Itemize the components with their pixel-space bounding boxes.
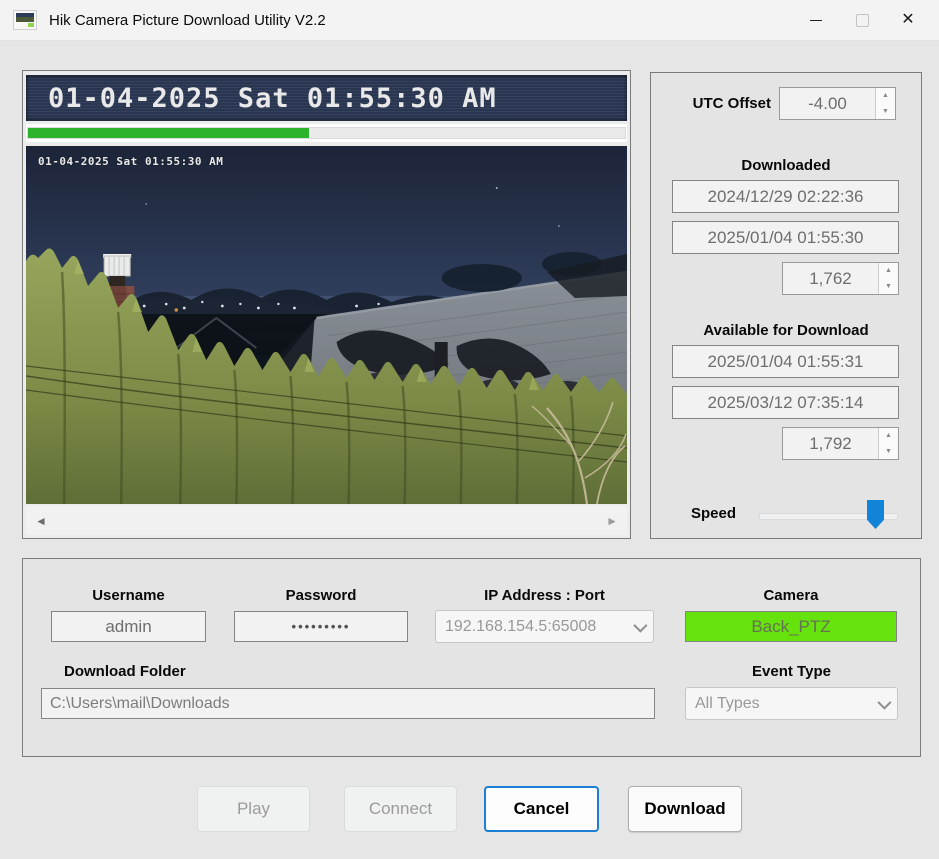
close-button[interactable]: ✕ [885, 0, 931, 40]
event-type-value: All Types [695, 695, 760, 713]
available-start-field[interactable]: 2025/01/04 01:55:31 [672, 345, 899, 378]
downloaded-count-value[interactable]: 1,762 [783, 263, 878, 294]
username-label: Username [51, 587, 206, 604]
osd-overlay-text: 01-04-2025 Sat 01:55:30 AM [38, 155, 223, 168]
ip-port-value: 192.168.154.5:65008 [445, 618, 596, 636]
download-folder-label: Download Folder [64, 663, 186, 680]
download-progress [26, 124, 627, 142]
minimize-button[interactable] [793, 0, 839, 40]
available-count-value[interactable]: 1,792 [783, 428, 878, 459]
available-count-up-icon[interactable]: ▲ [879, 428, 898, 444]
app-window: Hik Camera Picture Download Utility V2.2… [0, 0, 939, 859]
osd-timestamp-banner: 01-04-2025 Sat 01:55:30 AM [26, 75, 627, 121]
downloaded-start-field[interactable]: 2024/12/29 02:22:36 [672, 180, 899, 213]
chevron-down-icon [633, 618, 647, 632]
camera-label: Camera [685, 587, 897, 604]
scroll-left-icon[interactable]: ◄ [35, 515, 47, 527]
download-folder-field[interactable]: C:\Users\mail\Downloads [41, 688, 655, 719]
preview-panel: 01-04-2025 Sat 01:55:30 AM [22, 70, 631, 539]
speed-label: Speed [691, 505, 736, 522]
connection-form-panel: Username admin Password ••••••••• IP Add… [22, 558, 921, 757]
utc-offset-label: UTC Offset [651, 95, 771, 112]
close-icon: ✕ [901, 12, 914, 28]
utc-offset-spinner[interactable]: -4.00 ▲ ▼ [779, 87, 896, 120]
utc-offset-up-icon[interactable]: ▲ [876, 88, 895, 104]
maximize-button [839, 0, 885, 40]
speed-slider-thumb[interactable] [867, 500, 884, 529]
minimize-icon [810, 20, 822, 21]
scroll-right-icon[interactable]: ► [606, 515, 618, 527]
downloaded-header: Downloaded [651, 157, 921, 174]
password-label: Password [234, 587, 408, 604]
downloaded-count-down-icon[interactable]: ▼ [879, 279, 898, 295]
ip-port-label: IP Address : Port [435, 587, 654, 604]
camera-snapshot: 01-04-2025 Sat 01:55:30 AM [26, 146, 627, 504]
event-type-label: Event Type [685, 663, 898, 680]
maximize-icon [856, 14, 869, 27]
username-field[interactable]: admin [51, 611, 206, 642]
available-header: Available for Download [651, 322, 921, 339]
camera-value-field[interactable]: Back_PTZ [685, 611, 897, 642]
connect-button: Connect [344, 786, 457, 832]
utc-offset-value[interactable]: -4.00 [780, 88, 875, 119]
window-title: Hik Camera Picture Download Utility V2.2 [49, 12, 326, 29]
available-count-down-icon[interactable]: ▼ [879, 444, 898, 460]
progress-fill [28, 128, 309, 138]
app-icon [13, 10, 37, 30]
event-type-combobox[interactable]: All Types [685, 687, 898, 720]
utc-offset-down-icon[interactable]: ▼ [876, 104, 895, 120]
settings-panel: UTC Offset -4.00 ▲ ▼ Downloaded 2024/12/… [650, 72, 922, 539]
downloaded-count-up-icon[interactable]: ▲ [879, 263, 898, 279]
available-count-spinner[interactable]: 1,792 ▲ ▼ [782, 427, 899, 460]
password-field[interactable]: ••••••••• [234, 611, 408, 642]
available-end-field[interactable]: 2025/03/12 07:35:14 [672, 386, 899, 419]
download-button[interactable]: Download [628, 786, 742, 832]
ip-port-combobox[interactable]: 192.168.154.5:65008 [435, 610, 654, 643]
downloaded-count-spinner[interactable]: 1,762 ▲ ▼ [782, 262, 899, 295]
chevron-down-icon [877, 695, 891, 709]
play-button: Play [197, 786, 310, 832]
downloaded-end-field[interactable]: 2025/01/04 01:55:30 [672, 221, 899, 254]
title-bar: Hik Camera Picture Download Utility V2.2… [0, 0, 939, 41]
cancel-button[interactable]: Cancel [484, 786, 599, 832]
preview-horizontal-scrollbar[interactable]: ◄ ► [26, 506, 627, 535]
